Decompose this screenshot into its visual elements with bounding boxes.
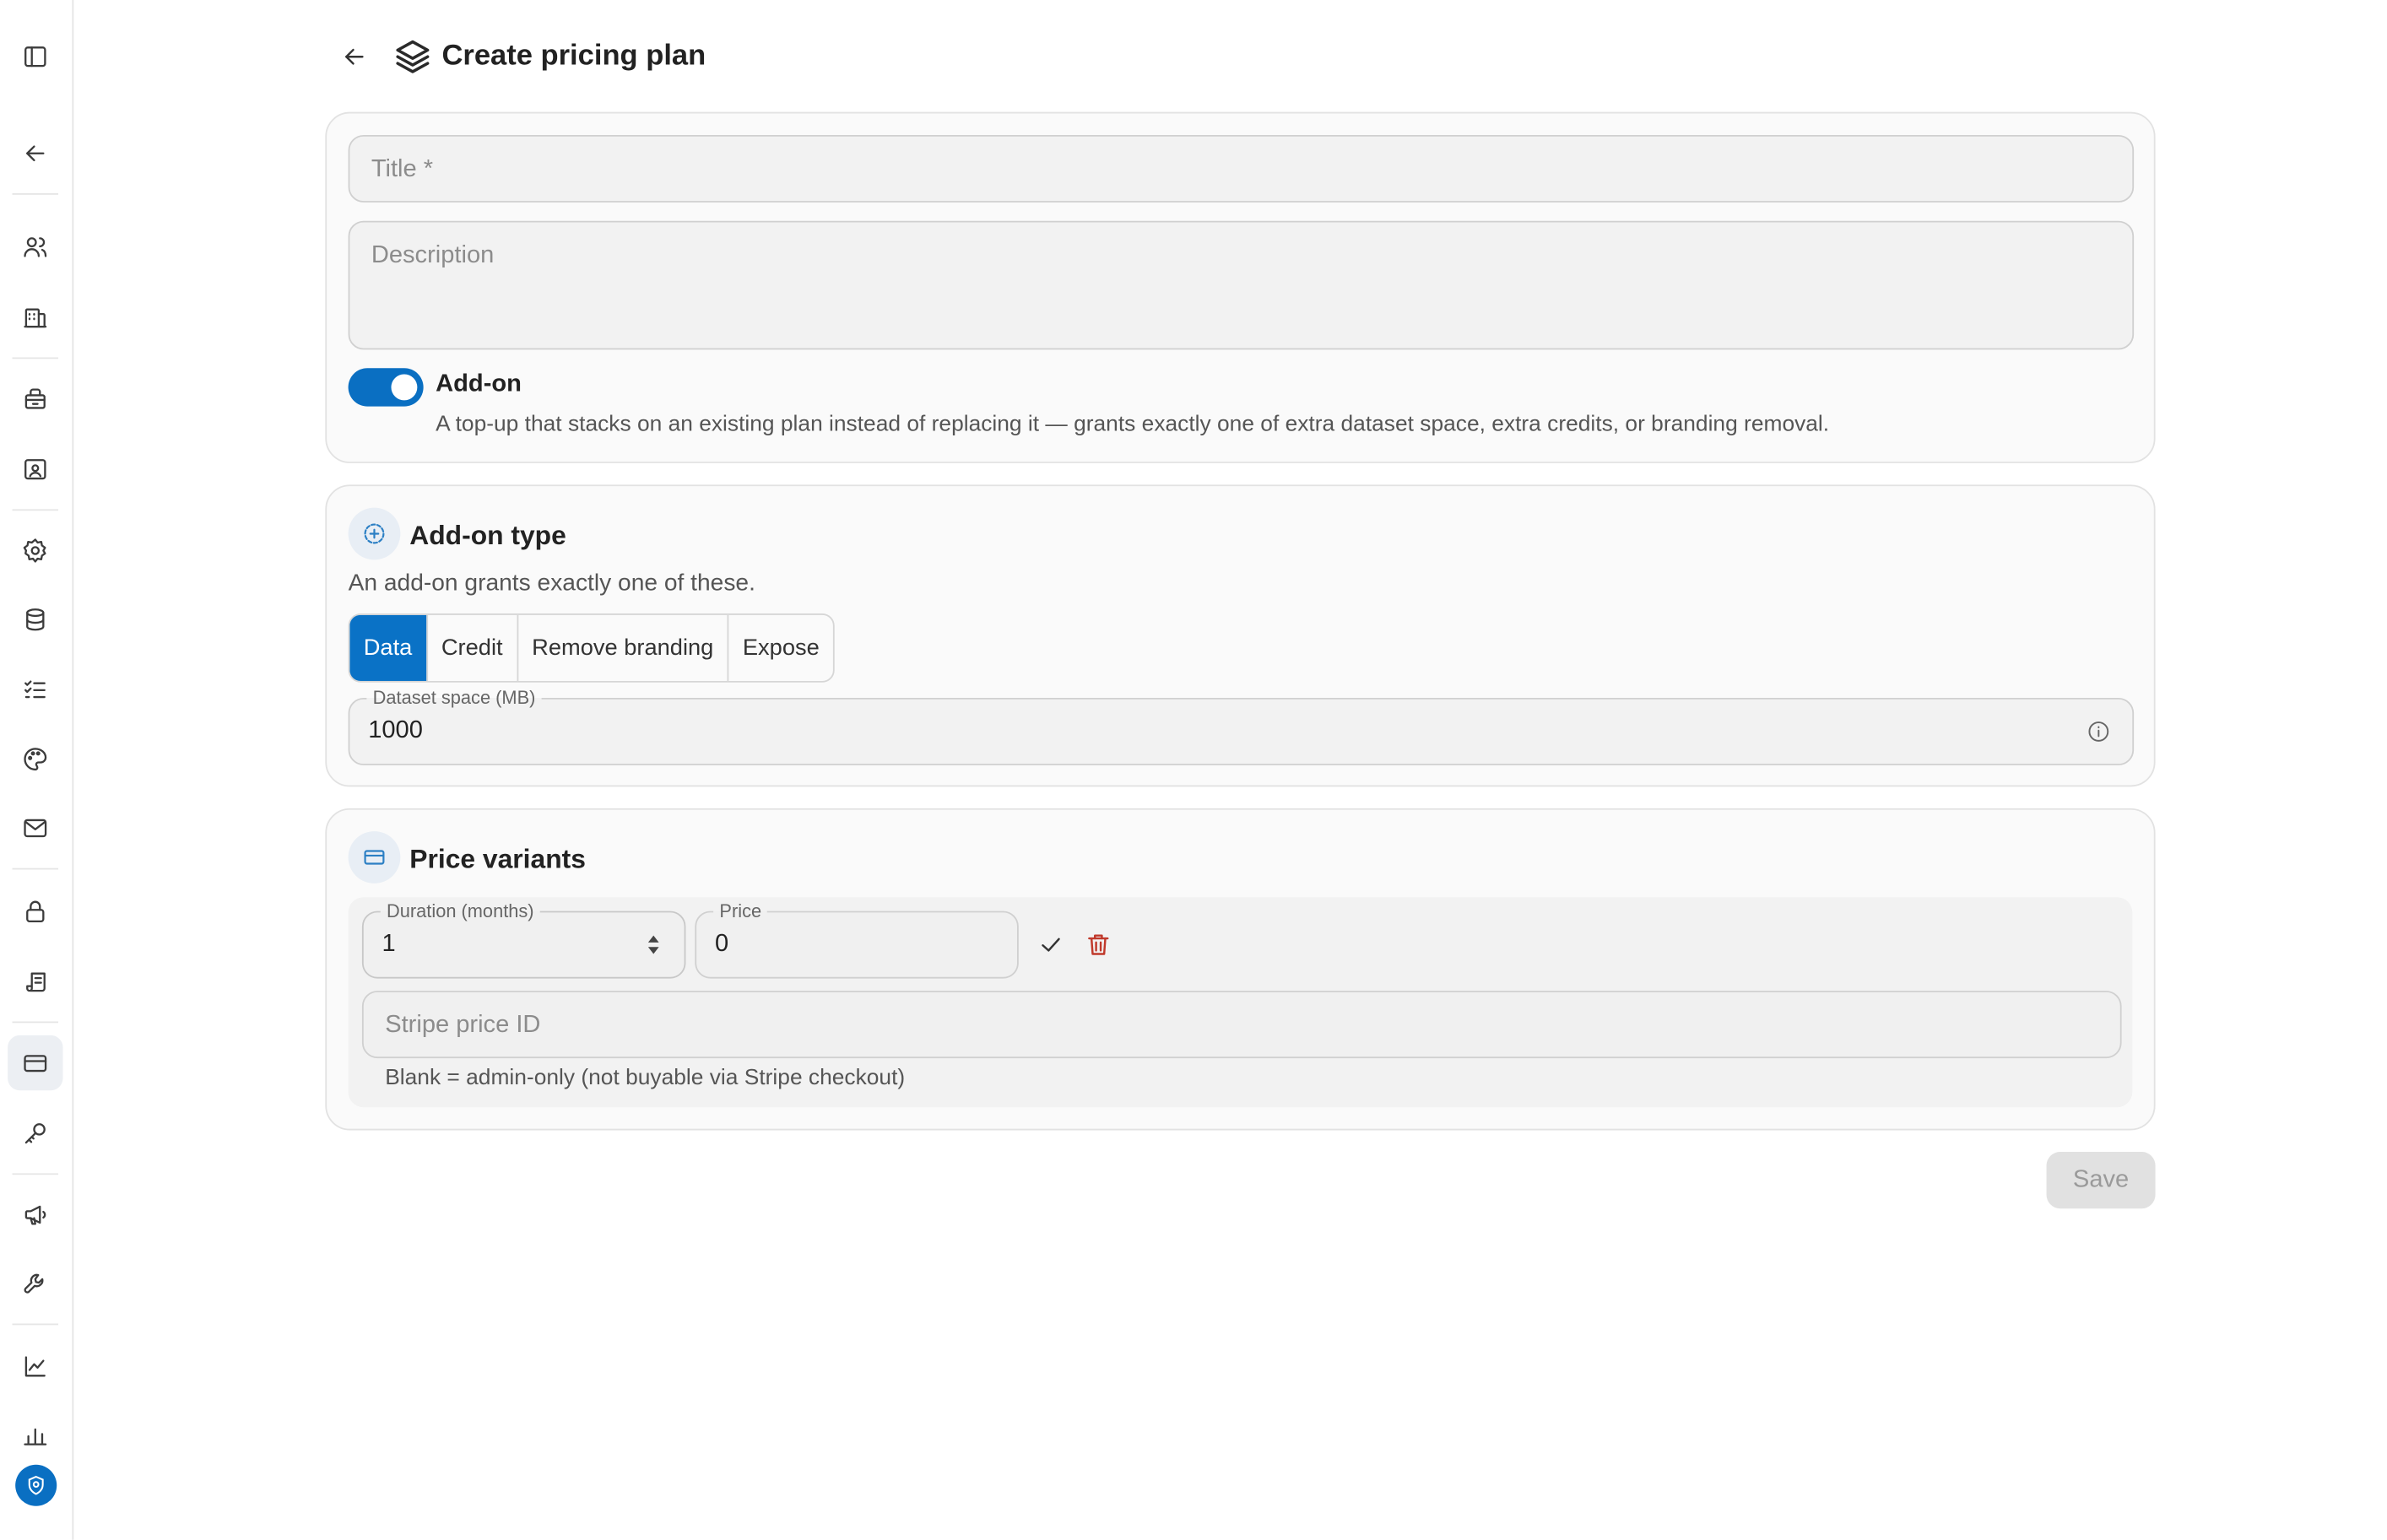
- sidebar-divider: [12, 867, 59, 870]
- dataset-space-label: Dataset space (MB): [366, 687, 542, 709]
- addon-hint: A top-up that stacks on an existing plan…: [436, 412, 1830, 437]
- credit-card-icon[interactable]: [8, 1035, 63, 1091]
- sidebar-divider: [12, 193, 59, 195]
- price-variant-row: Duration (months) 1 Price 0 Stripe price…: [348, 897, 2133, 1108]
- sidebar-divider: [12, 509, 59, 511]
- page-header: Create pricing plan: [334, 30, 706, 83]
- palette-icon[interactable]: [8, 732, 62, 786]
- sidebar-divider: [12, 1323, 59, 1326]
- price-variants-card: Price variants Duration (months) 1 Price…: [325, 808, 2156, 1131]
- number-stepper-icon[interactable]: [644, 931, 663, 959]
- plus-circle-icon: [348, 507, 401, 560]
- title-placeholder: Title *: [371, 156, 434, 183]
- bar-chart-icon[interactable]: [8, 1407, 62, 1462]
- scroll-icon[interactable]: [8, 954, 62, 1008]
- stripe-price-id-placeholder: Stripe price ID: [385, 1012, 541, 1039]
- sidebar-divider: [12, 1173, 59, 1175]
- info-icon[interactable]: [2087, 719, 2111, 743]
- key-icon[interactable]: [8, 1105, 62, 1160]
- stripe-hint: Blank = admin-only (not buyable via Stri…: [385, 1066, 906, 1091]
- plan-details-card: Title * Description Add-on A top-up that…: [325, 111, 2156, 463]
- stripe-price-id-input[interactable]: Stripe price ID: [361, 991, 2122, 1059]
- app-frame: Create pricing plan Title * Description …: [0, 0, 2387, 1540]
- title-input[interactable]: Title *: [348, 134, 2135, 203]
- addon-option-data[interactable]: Data: [349, 614, 426, 681]
- price-input[interactable]: Price 0: [695, 900, 1019, 979]
- id-card-icon[interactable]: [8, 441, 62, 496]
- megaphone-icon[interactable]: [8, 1187, 62, 1242]
- credit-card-icon: [348, 831, 401, 883]
- description-textarea[interactable]: Description: [348, 220, 2135, 350]
- dataset-space-value: 1000: [368, 717, 423, 744]
- database-icon[interactable]: [8, 592, 62, 647]
- layers-icon: [390, 34, 436, 80]
- price-value: 0: [714, 931, 729, 958]
- addon-toggle-label: Add-on: [436, 370, 522, 397]
- price-label: Price: [713, 900, 768, 922]
- page-title: Create pricing plan: [441, 40, 706, 73]
- admin-shield-icon[interactable]: [15, 1464, 57, 1506]
- sidebar: [0, 0, 74, 1540]
- building-icon[interactable]: [8, 290, 62, 345]
- description-placeholder: Description: [371, 242, 495, 269]
- addon-type-segmented-control: Data Credit Remove branding Expose: [348, 613, 836, 683]
- duration-label: Duration (months): [380, 900, 540, 922]
- trash-icon[interactable]: [1081, 928, 1115, 962]
- addon-type-title: Add-on type: [409, 520, 566, 551]
- duration-value: 1: [382, 931, 396, 958]
- addon-option-expose[interactable]: Expose: [727, 614, 833, 681]
- price-variants-title: Price variants: [409, 843, 586, 874]
- duration-months-input[interactable]: Duration (months) 1: [361, 900, 686, 979]
- gear-icon[interactable]: [8, 523, 62, 578]
- addon-type-hint: An add-on grants exactly one of these.: [348, 570, 755, 597]
- checklist-icon[interactable]: [8, 662, 62, 717]
- addon-option-credit[interactable]: Credit: [425, 614, 517, 681]
- line-chart-icon[interactable]: [8, 1339, 62, 1394]
- gift-box-icon[interactable]: [8, 371, 62, 426]
- addon-type-card: Add-on type An add-on grants exactly one…: [325, 484, 2156, 787]
- toggle-knob: [391, 374, 418, 401]
- lock-icon[interactable]: [8, 883, 62, 938]
- users-icon[interactable]: [8, 219, 62, 274]
- sidebar-divider: [12, 357, 59, 359]
- dataset-space-input[interactable]: Dataset space (MB) 1000: [348, 687, 2135, 765]
- addon-toggle[interactable]: [348, 368, 424, 407]
- back-arrow-icon[interactable]: [8, 126, 62, 181]
- addon-option-remove-branding[interactable]: Remove branding: [516, 614, 728, 681]
- wrench-icon[interactable]: [8, 1256, 62, 1311]
- back-button[interactable]: [334, 37, 374, 77]
- save-button[interactable]: Save: [2046, 1151, 2156, 1209]
- sidebar-toggle-icon[interactable]: [8, 30, 62, 84]
- sidebar-divider: [12, 1021, 59, 1024]
- check-icon[interactable]: [1034, 928, 1068, 962]
- mail-icon[interactable]: [8, 801, 62, 856]
- arrow-left-icon: [345, 48, 364, 65]
